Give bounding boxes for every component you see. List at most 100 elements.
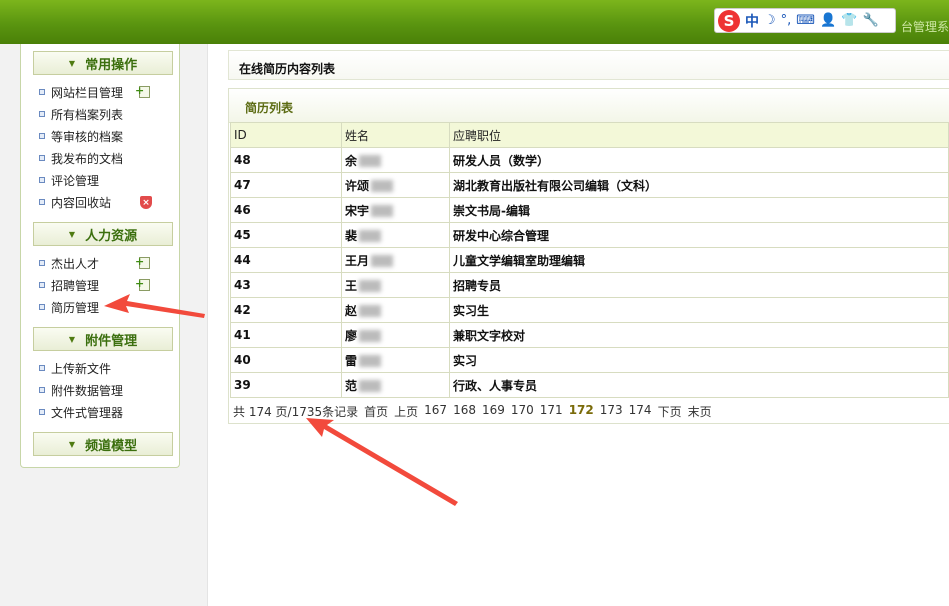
page-link[interactable]: 168 — [453, 403, 476, 420]
sidebar-item-comments[interactable]: 评论管理 — [39, 171, 99, 189]
sidebar-item-upload[interactable]: 上传新文件 — [39, 359, 111, 377]
table-row[interactable]: 48 余 研发人员（数学） — [230, 147, 949, 173]
page-link[interactable]: 171 — [540, 403, 563, 420]
table-row[interactable]: 47 许颂 湖北教育出版社有限公司编辑（文科） — [230, 172, 949, 198]
sidebar-item-label: 内容回收站 — [51, 195, 112, 210]
cell-id: 43 — [230, 272, 342, 298]
add-icon[interactable] — [135, 84, 150, 98]
sogou-logo-icon[interactable]: S — [718, 9, 740, 32]
name-text[interactable]: 雷 — [345, 354, 357, 368]
triangle-down-icon: ▼ — [68, 439, 76, 449]
cell-position[interactable]: 湖北教育出版社有限公司编辑（文科） — [449, 172, 949, 198]
name-text[interactable]: 王月 — [345, 254, 369, 268]
cell-name[interactable]: 雷 — [341, 347, 450, 373]
section-header-hr[interactable]: ▼ 人力资源 — [33, 222, 173, 246]
sidebar-item-talents[interactable]: 杰出人才 — [39, 254, 99, 272]
page-link[interactable]: 173 — [600, 403, 623, 420]
cell-name[interactable]: 廖 — [341, 322, 450, 348]
cell-name[interactable]: 范 — [341, 372, 450, 398]
table-row[interactable]: 45 裴 研发中心综合管理 — [230, 222, 949, 248]
table-row[interactable]: 44 王月 儿童文学编辑室助理编辑 — [230, 247, 949, 273]
page-link[interactable]: 169 — [482, 403, 505, 420]
name-text[interactable]: 赵 — [345, 304, 357, 318]
first-page-link[interactable]: 首页 — [364, 403, 388, 420]
page-link[interactable]: 167 — [424, 403, 447, 420]
prev-page-link[interactable]: 上页 — [394, 403, 418, 420]
cell-position[interactable]: 兼职文字校对 — [449, 322, 949, 348]
bullet-icon — [39, 260, 45, 266]
moon-icon[interactable]: ☽ — [764, 13, 776, 28]
cell-name[interactable]: 赵 — [341, 297, 450, 323]
cell-id: 48 — [230, 147, 342, 173]
table-row[interactable]: 46 宋宇 崇文书局-编辑 — [230, 197, 949, 223]
keyboard-icon[interactable]: ⌨ — [796, 13, 815, 28]
table-row[interactable]: 42 赵 实习生 — [230, 297, 949, 323]
sidebar-item-my-docs[interactable]: 我发布的文档 — [39, 149, 123, 167]
sidebar-item-resume[interactable]: 简历管理 — [39, 298, 99, 316]
cell-position[interactable]: 实习生 — [449, 297, 949, 323]
name-text[interactable]: 王 — [345, 279, 357, 293]
page-link[interactable]: 174 — [629, 403, 652, 420]
column-header-name[interactable]: 姓名 — [341, 122, 450, 148]
tools-icon[interactable]: 🔧 — [862, 13, 878, 28]
name-text[interactable]: 裴 — [345, 229, 357, 243]
page-link[interactable]: 170 — [511, 403, 534, 420]
redaction-blur — [359, 155, 382, 167]
column-header-position[interactable]: 应聘职位 — [449, 122, 949, 148]
bullet-icon — [39, 387, 45, 393]
cell-id: 44 — [230, 247, 342, 273]
column-header-id[interactable]: ID — [230, 122, 342, 148]
cell-position[interactable]: 研发中心综合管理 — [449, 222, 949, 248]
sidebar-item-attachment-data[interactable]: 附件数据管理 — [39, 381, 123, 399]
section-label: 常用操作 — [85, 57, 138, 73]
table-row[interactable]: 41 廖 兼职文字校对 — [230, 322, 949, 348]
cell-name[interactable]: 王 — [341, 272, 450, 298]
add-icon[interactable] — [135, 255, 150, 269]
cell-position[interactable]: 崇文书局-编辑 — [449, 197, 949, 223]
cell-name[interactable]: 许颂 — [341, 172, 450, 198]
arrow-to-record-count — [306, 418, 458, 506]
redaction-blur — [371, 180, 394, 192]
name-text[interactable]: 许颂 — [345, 179, 369, 193]
table-row[interactable]: 39 范 行政、人事专员 — [230, 372, 949, 398]
table-row[interactable]: 40 雷 实习 — [230, 347, 949, 373]
sidebar-item-label: 杰出人才 — [51, 256, 100, 271]
clear-recycle-icon[interactable]: × — [140, 196, 152, 209]
skin-icon[interactable]: 👕 — [841, 13, 857, 28]
sidebar-item-column-manage[interactable]: 网站栏目管理 — [39, 83, 123, 101]
punctuation-icon[interactable]: °, — [781, 13, 792, 28]
redaction-blur — [359, 380, 382, 392]
name-text[interactable]: 宋宇 — [345, 204, 369, 218]
sidebar-item-label: 附件数据管理 — [51, 383, 124, 398]
cell-position[interactable]: 招聘专员 — [449, 272, 949, 298]
ime-mode-toggle[interactable]: 中 — [745, 11, 759, 31]
sidebar-item-recycle-bin[interactable]: 内容回收站 — [39, 193, 111, 211]
next-page-link[interactable]: 下页 — [658, 403, 682, 420]
sidebar-item-pending-archives[interactable]: 等审核的档案 — [39, 127, 123, 145]
sidebar-item-all-archives[interactable]: 所有档案列表 — [39, 105, 123, 123]
name-text[interactable]: 范 — [345, 379, 357, 393]
last-page-link[interactable]: 末页 — [688, 403, 712, 420]
sidebar-item-recruit[interactable]: 招聘管理 — [39, 276, 99, 294]
user-icon[interactable]: 👤 — [820, 13, 836, 28]
cell-position[interactable]: 儿童文学编辑室助理编辑 — [449, 247, 949, 273]
table-row[interactable]: 43 王 招聘专员 — [230, 272, 949, 298]
ime-toolbar[interactable]: S 中 ☽ °, ⌨ 👤 👕 🔧 — [714, 8, 896, 33]
bullet-icon — [39, 89, 45, 95]
section-header-common[interactable]: ▼ 常用操作 — [33, 51, 173, 75]
cell-name[interactable]: 宋宇 — [341, 197, 450, 223]
cell-position[interactable]: 研发人员（数学） — [449, 147, 949, 173]
section-header-channel-model[interactable]: ▼ 频道模型 — [33, 432, 173, 456]
cell-name[interactable]: 裴 — [341, 222, 450, 248]
section-header-attachments[interactable]: ▼ 附件管理 — [33, 327, 173, 351]
sidebar-item-file-manager[interactable]: 文件式管理器 — [39, 403, 123, 421]
cell-name[interactable]: 王月 — [341, 247, 450, 273]
table-header-row: ID 姓名 应聘职位 — [230, 122, 949, 148]
add-icon[interactable] — [135, 277, 150, 291]
cell-position[interactable]: 行政、人事专员 — [449, 372, 949, 398]
name-text[interactable]: 廖 — [345, 329, 357, 343]
triangle-down-icon: ▼ — [68, 58, 76, 68]
cell-position[interactable]: 实习 — [449, 347, 949, 373]
name-text[interactable]: 余 — [345, 154, 357, 168]
cell-name[interactable]: 余 — [341, 147, 450, 173]
